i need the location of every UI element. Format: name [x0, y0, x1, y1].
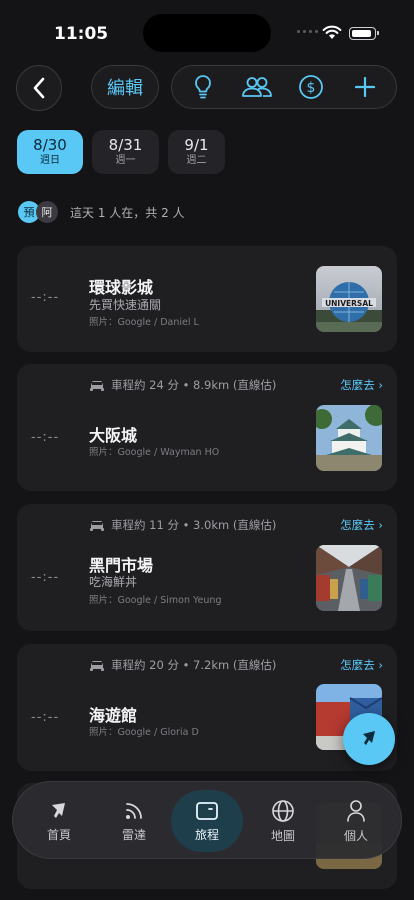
stop-time: --:--: [31, 710, 60, 725]
wifi-icon: [322, 25, 342, 39]
stop-title: 大阪城: [89, 426, 138, 445]
group-icon: [242, 77, 272, 97]
dollar-circle-icon: $: [299, 75, 323, 99]
stop-card[interactable]: 車程約 11 分 • 3.0km (直線估) 怎麼去 › --:-- 黑門市場 …: [17, 504, 397, 631]
presence-row: 預 阿 這天 1 人在，共 2 人: [18, 201, 185, 223]
stop-card[interactable]: 車程約 20 分 • 7.2km (直線估) 怎麼去 › --:-- 海遊館 照…: [17, 644, 397, 771]
photo-credit: 照片：Google / Wayman HO: [89, 447, 220, 458]
date-tab-0[interactable]: 8/30 週日: [17, 130, 83, 174]
stop-photo: UNIVERSAL: [316, 266, 382, 332]
stop-time: --:--: [31, 290, 60, 305]
stop-card[interactable]: 車程約 24 分 • 8.9km (直線估) 怎麼去 › --:-- 大阪城 照…: [17, 364, 397, 491]
presence-text: 這天 1 人在，共 2 人: [70, 205, 185, 220]
photo-credit: 照片：Google / Simon Yeung: [89, 595, 222, 606]
date-tab-date: 8/31: [108, 136, 143, 154]
action-toolbar: $: [171, 65, 397, 109]
directions-link[interactable]: 怎麼去 ›: [340, 377, 383, 393]
status-time: 11:05: [54, 24, 109, 44]
photo-credit: 照片：Google / Daniel L: [89, 317, 199, 328]
stop-title: 海遊館: [89, 706, 138, 725]
date-tab-weekday: 週一: [115, 155, 136, 166]
date-tab-weekday: 週日: [40, 155, 60, 166]
date-tab-1[interactable]: 8/31 週一: [92, 130, 159, 174]
photo-credit: 照片：Google / Gloria D: [89, 727, 199, 738]
nav-label: 雷達: [121, 827, 146, 842]
date-tab-2[interactable]: 9/1 週二: [168, 130, 225, 174]
svg-text:$: $: [307, 80, 316, 96]
cellular-signal-icon: [297, 30, 318, 33]
nav-map[interactable]: 地圖: [247, 790, 319, 852]
navigate-fab[interactable]: [343, 713, 395, 765]
chevron-left-icon: [33, 77, 45, 99]
drive-info: 車程約 20 分 • 7.2km (直線估): [89, 657, 276, 673]
stop-photo: [316, 405, 382, 471]
nav-profile[interactable]: 個人: [320, 790, 392, 852]
stop-time: --:--: [31, 430, 60, 445]
members-button[interactable]: [237, 67, 277, 107]
stop-time: --:--: [31, 570, 60, 585]
stop-note: 吃海鮮丼: [89, 575, 138, 589]
car-icon: [90, 521, 104, 531]
idea-button[interactable]: [183, 67, 223, 107]
status-bar: 11:05: [0, 0, 414, 60]
date-tab-date: 8/30: [33, 136, 67, 154]
nav-label: 個人: [343, 828, 368, 843]
edit-button[interactable]: 編輯: [91, 65, 159, 109]
drive-text: 車程約 20 分 • 7.2km (直線估): [111, 658, 277, 672]
drive-info: 車程約 24 分 • 8.9km (直線估): [89, 377, 276, 393]
globe-icon: [272, 799, 294, 822]
nav-home[interactable]: 首頁: [23, 790, 95, 852]
add-button[interactable]: [345, 67, 385, 107]
home-logo-icon: [52, 802, 65, 818]
avatar: 阿: [36, 201, 58, 223]
drive-info: 車程約 11 分 • 3.0km (直線估): [89, 517, 276, 533]
stop-title: 環球影城: [89, 278, 154, 297]
person-icon: [347, 799, 365, 822]
nav-radar[interactable]: 雷達: [98, 790, 170, 852]
stop-note: 先買快速通關: [89, 298, 162, 312]
stop-photo: [316, 545, 382, 611]
directions-link[interactable]: 怎麼去 ›: [340, 517, 383, 533]
radar-icon: [126, 802, 142, 819]
stop-card[interactable]: --:-- 環球影城 先買快速通關 照片：Google / Daniel L U…: [17, 246, 397, 352]
trip-icon: [196, 801, 218, 820]
lightbulb-icon: [195, 75, 211, 99]
plus-icon: [354, 76, 376, 98]
expenses-button[interactable]: $: [291, 67, 331, 107]
battery-icon: [349, 27, 379, 40]
svg-text:UNIVERSAL: UNIVERSAL: [325, 299, 373, 308]
back-button[interactable]: [16, 65, 62, 111]
navigation-arrow-icon: [363, 731, 375, 745]
nav-label: 地圖: [270, 828, 295, 843]
dynamic-island: [143, 14, 271, 52]
car-icon: [90, 381, 104, 391]
drive-text: 車程約 24 分 • 8.9km (直線估): [111, 378, 277, 392]
nav-label: 旅程: [194, 827, 219, 842]
drive-text: 車程約 11 分 • 3.0km (直線估): [111, 518, 277, 532]
nav-trip[interactable]: 旅程: [171, 790, 243, 852]
directions-link[interactable]: 怎麼去 ›: [340, 657, 383, 673]
car-icon: [90, 661, 104, 671]
date-tab-weekday: 週二: [186, 155, 207, 166]
date-tab-date: 9/1: [184, 136, 209, 154]
nav-label: 首頁: [46, 827, 71, 842]
bottom-navigation: 首頁 雷達 旅程 地圖 個人: [12, 781, 402, 859]
